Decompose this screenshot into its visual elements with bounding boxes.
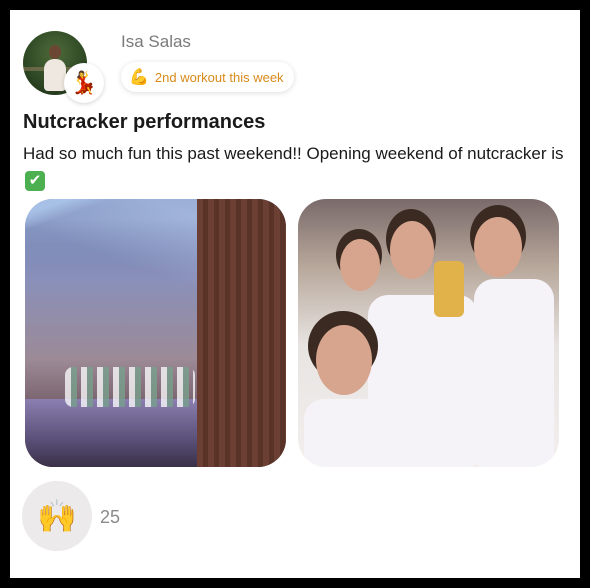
stage-curtain [197,199,286,467]
dancer-face [474,217,522,277]
workout-badge-label: 2nd workout this week [154,69,284,85]
post-body-text: Had so much fun this past weekend!! Open… [23,144,564,163]
post-card: 💃 Isa Salas 💪 2nd workout this week Nutc… [10,10,580,578]
reaction-button[interactable]: 🙌 [22,481,92,551]
phone-object [434,261,464,317]
avatar-head [49,45,61,59]
dancer-dress [474,279,554,467]
raising-hands-icon: 🙌 [37,498,77,534]
post-body: Had so much fun this past weekend!! Open… [23,142,568,191]
dancer-face [340,239,380,291]
stage-photo[interactable] [25,199,286,467]
dancer-face [390,221,434,279]
workout-badge: 💪 2nd workout this week [121,62,294,92]
dancers-selfie-photo[interactable] [298,199,559,467]
dancer-face [316,325,372,395]
flexed-arm-icon: 💪 [129,69,149,86]
dancer-badge-icon: 💃 [64,63,104,103]
stage-dancers [65,367,195,407]
username[interactable]: Isa Salas [121,32,191,52]
post-title: Nutcracker performances [23,111,266,133]
reaction-count: 25 [100,507,121,527]
check-mark-icon: ✔ [25,171,45,191]
stage-floor [25,399,197,467]
dancer-dress [304,399,404,467]
avatar-body [44,59,66,91]
